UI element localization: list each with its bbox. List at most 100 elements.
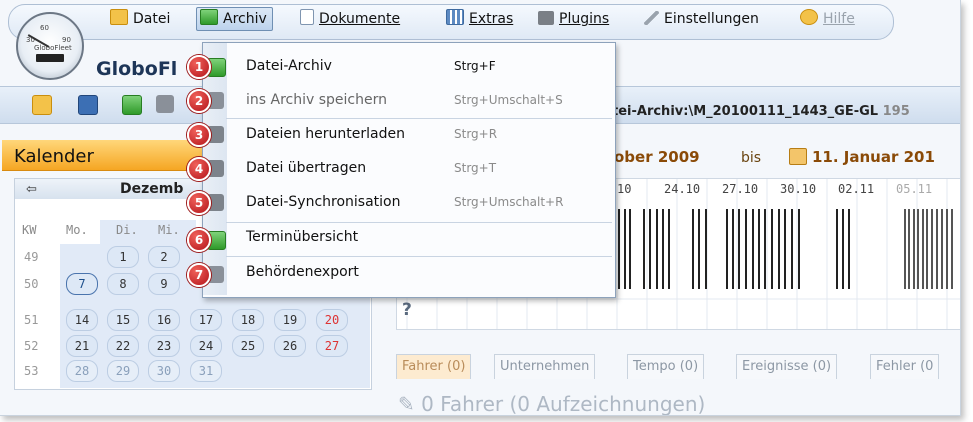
tab-tempo[interactable]: Tempo (0) [627,354,705,379]
menu-archiv[interactable]: Archiv [196,7,273,31]
calendar-day[interactable]: 25 [232,335,264,357]
timeline-tick: 02.11 [838,182,875,196]
menu-item-behoerdenexport[interactable]: Behördenexport [207,258,613,292]
menu-separator [226,256,612,257]
app-title: GloboFl [96,58,178,80]
calendar-day[interactable]: 9 [148,273,180,295]
calendar-day[interactable]: 19 [274,309,306,331]
callout-badge: 7 [187,263,211,287]
weekday-header: Mo. [66,223,88,237]
timeline-tick: 30.10 [780,182,817,196]
menu-item-label: ins Archiv speichern [246,92,387,108]
timeline-tick: 10 [617,182,632,196]
tab-ereignisse[interactable]: Ereignisse (0) [736,354,838,379]
timeline-tick: 05.11 [896,182,933,196]
calendar-day[interactable]: 14 [66,309,98,331]
weekday-header: Mi. [158,223,180,237]
calendar-range-highlight [100,220,196,246]
callout-badge: 2 [187,89,211,113]
folder-icon [110,9,128,25]
calendar-day[interactable]: 8 [107,273,139,295]
tab-unternehmen[interactable]: Unternehmen [494,354,596,379]
calendar-day[interactable]: 18 [232,309,264,331]
week-number-header: KW [22,223,37,237]
week-number: 52 [24,339,39,353]
archive-save-icon[interactable] [156,95,174,113]
menu-hilfe[interactable]: Hilfe [800,8,855,30]
menu-item-dateien-herunterladen[interactable]: Dateien herunterladen Strg+R [207,118,613,152]
menu-item-shortcut: Strg+R [454,127,498,141]
calendar-day[interactable]: 29 [107,360,139,382]
menu-item-shortcut: Strg+Umschalt+R [454,195,564,209]
calendar-day[interactable]: 26 [274,335,306,357]
callout-badge: 4 [187,157,211,181]
callout-badge: 6 [187,228,211,252]
menu-einstellungen[interactable]: Einstellungen [644,8,759,30]
menu-item-shortcut: Strg+T [454,161,497,175]
calendar-icon[interactable] [789,148,807,165]
week-number: 49 [24,250,39,264]
menu-item-label: Datei-Synchronisation [246,194,401,210]
calendar-day[interactable]: 27 [316,335,348,357]
menu-item-datei-uebertragen[interactable]: Datei übertragen Strg+T [207,152,613,186]
calendar-day[interactable]: 15 [107,309,139,331]
grid-icon [446,9,464,25]
tab-fahrer[interactable]: Fahrer (0) [396,354,472,379]
calendar-day[interactable]: 7 [66,273,98,295]
open-folder-icon[interactable] [32,95,52,115]
menu-datei[interactable]: Datei [110,8,170,30]
calendar-day[interactable]: 23 [148,335,180,357]
calendar-day[interactable]: 28 [66,360,98,382]
archive-path-label: tei-Archiv:\M_20100111_1443_GE-GL 195 [612,104,910,119]
calendar-month: Dezemb [120,181,184,197]
menu-item-datei-synchronisation[interactable]: Datei-Synchronisation Strg+Umschalt+R [207,186,613,220]
unknown-activity-marker: ? [402,300,412,320]
calendar-day[interactable]: 31 [190,360,222,382]
calendar-day[interactable]: 2 [148,246,180,268]
wrench-icon [644,11,659,25]
week-number: 53 [24,364,39,378]
calendar-day[interactable]: 30 [148,360,180,382]
callout-badge: 3 [187,123,211,147]
menu-item-shortcut: Strg+Umschalt+S [454,93,563,107]
calendar-day[interactable]: 24 [190,335,222,357]
date-to[interactable]: 11. Januar 201 [812,148,935,166]
callout-badge: 5 [187,191,211,215]
timeline-tick: 24.10 [664,182,701,196]
help-icon [800,9,818,25]
menu-item-datei-archiv[interactable]: Datei-Archiv Strg+F [207,50,613,84]
weekday-header: Di. [116,223,138,237]
document-icon [300,9,314,25]
date-range-separator: bis [741,150,762,166]
calendar-day[interactable]: 21 [66,335,98,357]
callout-badge: 1 [187,55,211,79]
save-icon[interactable] [78,95,98,115]
menu-item-shortcut: Strg+F [454,59,496,73]
timeline-tick: 27.10 [722,182,759,196]
menu-item-label: Behördenexport [246,264,359,280]
calendar-day[interactable]: 22 [107,335,139,357]
calendar-day[interactable]: 16 [148,309,180,331]
archive-icon[interactable] [122,95,142,115]
drivers-title: ✎ 0 Fahrer (0 Aufzeichnungen) [398,392,706,416]
calendar-title: Kalender [14,146,94,167]
menu-item-label: Datei-Archiv [246,58,332,74]
menu-item-label: Terminübersicht [246,229,359,245]
puzzle-icon [538,11,554,25]
tab-fehler[interactable]: Fehler (0 [870,354,940,379]
database-icon [200,9,218,25]
menu-dokumente[interactable]: Dokumente [300,8,400,30]
calendar-day[interactable]: 20 [316,309,348,331]
menu-extras[interactable]: Extras [446,8,513,30]
menu-item-label: Dateien herunterladen [246,126,405,142]
calendar-day[interactable]: 17 [190,309,222,331]
gauge-logo-icon: 60 30 90 GloboFleet [16,12,84,80]
menu-item-label: Datei übertragen [246,160,367,176]
week-number: 51 [24,313,39,327]
prev-month-icon[interactable]: ⇦ [26,182,37,197]
date-from[interactable]: ober 2009 [614,148,700,166]
calendar-day[interactable]: 1 [107,246,139,268]
menu-item-terminuebersicht[interactable]: Terminübersicht [207,223,613,257]
menu-item-ins-archiv-speichern[interactable]: ins Archiv speichern Strg+Umschalt+S [207,84,613,118]
menu-plugins[interactable]: Plugins [538,8,609,30]
